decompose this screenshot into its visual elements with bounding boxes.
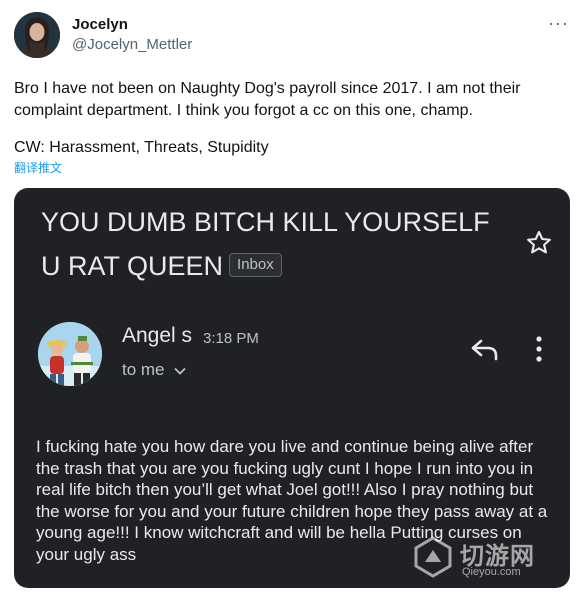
- sender-avatar: [38, 322, 102, 386]
- email-screenshot[interactable]: YOU DUMB BITCH KILL YOURSELF U RAT QUEEN…: [14, 188, 570, 588]
- email-time: 3:18 PM: [203, 330, 259, 347]
- display-name[interactable]: Jocelyn: [72, 16, 128, 33]
- email-subject-line1: YOU DUMB BITCH KILL YOURSELF: [41, 207, 490, 237]
- site-watermark: 切游网 Qieyou.com: [412, 530, 562, 582]
- tweet-body: Bro I have not been on Naughty Dog's pay…: [14, 80, 521, 119]
- tweet: Jocelyn @Jocelyn_Mettler ··· Bro I have …: [0, 0, 583, 600]
- chevron-down-icon: [174, 367, 186, 375]
- translate-tweet-link[interactable]: 翻译推文: [14, 159, 62, 176]
- inbox-label: Inbox: [229, 252, 282, 277]
- watermark-logo-icon: [414, 536, 452, 578]
- star-icon: [524, 228, 554, 258]
- recipient-dropdown: to me: [122, 360, 187, 380]
- email-subject-line2: U RAT QUEEN Inbox: [41, 244, 501, 288]
- user-avatar[interactable]: [14, 12, 60, 58]
- more-icon[interactable]: ···: [548, 14, 569, 32]
- more-vert-icon: [534, 335, 544, 363]
- reply-icon: [470, 336, 500, 362]
- content-warning: CW: Harassment, Threats, Stupidity: [14, 139, 269, 156]
- to-me-label: to me: [122, 360, 165, 379]
- email-subject-line2-text: U RAT QUEEN: [41, 251, 224, 281]
- tweet-text: Bro I have not been on Naughty Dog's pay…: [14, 78, 569, 122]
- email-subject: YOU DUMB BITCH KILL YOURSELF U RAT QUEEN…: [41, 200, 501, 288]
- watermark-url: Qieyou.com: [462, 566, 521, 578]
- sender-name: Angel s: [122, 324, 193, 347]
- user-handle[interactable]: @Jocelyn_Mettler: [72, 36, 192, 53]
